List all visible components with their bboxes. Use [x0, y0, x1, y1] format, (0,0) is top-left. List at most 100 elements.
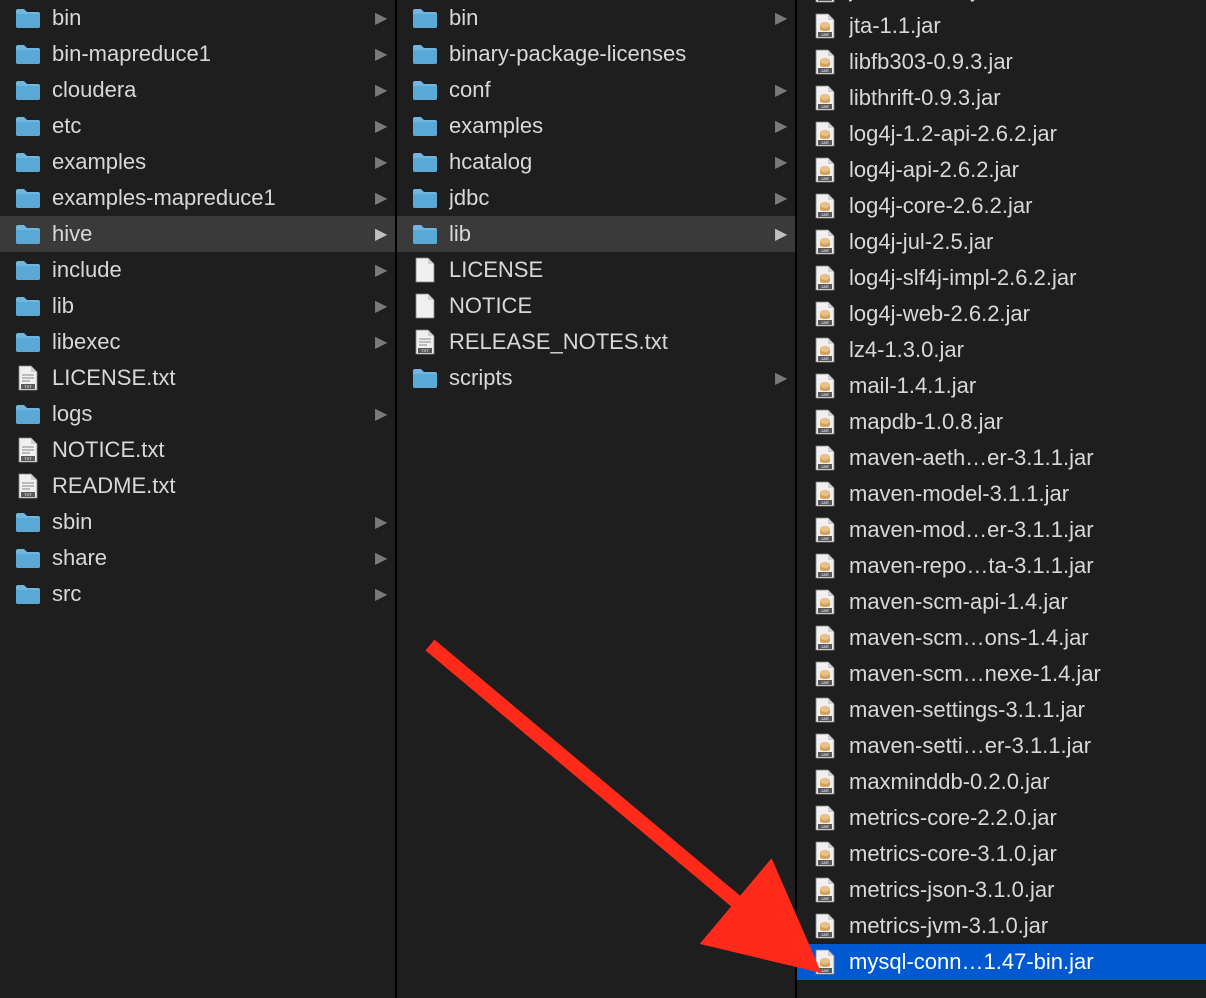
- jar-file-icon: JAR: [811, 626, 839, 650]
- chevron-right-icon: ▶: [775, 368, 787, 388]
- list-item[interactable]: sbin▶: [0, 504, 395, 540]
- folder-icon: [14, 222, 42, 246]
- column-1[interactable]: bin▶bin-mapreduce1▶cloudera▶etc▶examples…: [0, 0, 397, 998]
- file-name-label: README.txt: [52, 473, 387, 499]
- svg-text:JAR: JAR: [821, 392, 829, 397]
- file-name-label: lib: [52, 293, 375, 319]
- list-item[interactable]: lib▶: [397, 216, 795, 252]
- list-item[interactable]: TXTLICENSE.txt: [0, 360, 395, 396]
- file-name-label: include: [52, 257, 375, 283]
- file-name-label: jsr305-3.0.0.jar: [849, 0, 1198, 3]
- file-name-label: LICENSE: [449, 257, 787, 283]
- list-item[interactable]: logs▶: [0, 396, 395, 432]
- column-2[interactable]: bin▶ binary-package-licenses conf▶examples…: [397, 0, 797, 998]
- svg-text:JAR: JAR: [821, 104, 829, 109]
- list-item[interactable]: TXT README.txt: [0, 468, 395, 504]
- list-item[interactable]: JAR maven-scm…nexe-1.4.jar: [797, 656, 1206, 692]
- list-item[interactable]: JARlog4j-web-2.6.2.jar: [797, 296, 1206, 332]
- svg-text:JAR: JAR: [821, 680, 829, 685]
- list-item[interactable]: JARlog4j-jul-2.5.jar: [797, 224, 1206, 260]
- list-item[interactable]: hive▶: [0, 216, 395, 252]
- list-item[interactable]: scripts▶: [397, 360, 795, 396]
- list-item[interactable]: JARlz4-1.3.0.jar: [797, 332, 1206, 368]
- list-item[interactable]: JAR jsr305-3.0.0.jar: [797, 0, 1206, 8]
- svg-text:JAR: JAR: [821, 608, 829, 613]
- list-item[interactable]: JARmetrics-jvm-3.1.0.jar: [797, 908, 1206, 944]
- jar-file-icon: JAR: [811, 590, 839, 614]
- list-item[interactable]: bin▶: [397, 0, 795, 36]
- list-item[interactable]: JARmaven-repo…ta-3.1.1.jar: [797, 548, 1206, 584]
- list-item[interactable]: JARmaxminddb-0.2.0.jar: [797, 764, 1206, 800]
- list-item[interactable]: JARlog4j-api-2.6.2.jar: [797, 152, 1206, 188]
- folder-icon: [14, 78, 42, 102]
- list-item[interactable]: JARmaven-settings-3.1.1.jar: [797, 692, 1206, 728]
- list-item[interactable]: share▶: [0, 540, 395, 576]
- list-item[interactable]: jdbc▶: [397, 180, 795, 216]
- svg-text:JAR: JAR: [821, 0, 829, 1]
- list-item[interactable]: JARmaven-aeth…er-3.1.1.jar: [797, 440, 1206, 476]
- list-item[interactable]: JARlog4j-slf4j-impl-2.6.2.jar: [797, 260, 1206, 296]
- list-item[interactable]: JARmetrics-core-2.2.0.jar: [797, 800, 1206, 836]
- list-item[interactable]: JARmail-1.4.1.jar: [797, 368, 1206, 404]
- scrollbar[interactable]: [1196, 0, 1206, 998]
- list-item[interactable]: NOTICE: [397, 288, 795, 324]
- list-item[interactable]: examples▶: [397, 108, 795, 144]
- svg-text:JAR: JAR: [821, 860, 829, 865]
- list-item[interactable]: JAR maven-scm…ons-1.4.jar: [797, 620, 1206, 656]
- list-item[interactable]: JARmapdb-1.0.8.jar: [797, 404, 1206, 440]
- list-item[interactable]: JARmaven-scm-api-1.4.jar: [797, 584, 1206, 620]
- folder-icon: [411, 150, 439, 174]
- file-name-label: maven-scm…ons-1.4.jar: [849, 625, 1198, 651]
- list-item[interactable]: conf▶: [397, 72, 795, 108]
- list-item[interactable]: JARlibfb303-0.9.3.jar: [797, 44, 1206, 80]
- list-item[interactable]: examples▶: [0, 144, 395, 180]
- list-item[interactable]: bin-mapreduce1▶: [0, 36, 395, 72]
- file-name-label: sbin: [52, 509, 375, 535]
- jar-file-icon: JAR: [811, 410, 839, 434]
- svg-text:JAR: JAR: [821, 644, 829, 649]
- file-name-label: maven-setti…er-3.1.1.jar: [849, 733, 1198, 759]
- list-item[interactable]: JARmetrics-json-3.1.0.jar: [797, 872, 1206, 908]
- list-item[interactable]: JARmaven-setti…er-3.1.1.jar: [797, 728, 1206, 764]
- svg-text:JAR: JAR: [821, 464, 829, 469]
- list-item[interactable]: JARmaven-model-3.1.1.jar: [797, 476, 1206, 512]
- list-item[interactable]: hcatalog▶: [397, 144, 795, 180]
- file-name-label: maven-scm…nexe-1.4.jar: [849, 661, 1198, 687]
- list-item[interactable]: include▶: [0, 252, 395, 288]
- file-name-label: examples: [52, 149, 375, 175]
- list-item[interactable]: libexec▶: [0, 324, 395, 360]
- list-item[interactable]: TXTRELEASE_NOTES.txt: [397, 324, 795, 360]
- column-3[interactable]: JAR jsr305-3.0.0.jar JARjta-1.1.jarJARlibf…: [797, 0, 1206, 998]
- file-name-label: bin-mapreduce1: [52, 41, 375, 67]
- file-name-label: binary-package-licenses: [449, 41, 787, 67]
- list-item[interactable]: cloudera▶: [0, 72, 395, 108]
- file-name-label: cloudera: [52, 77, 375, 103]
- svg-text:JAR: JAR: [821, 932, 829, 937]
- list-item[interactable]: binary-package-licenses: [397, 36, 795, 72]
- list-item[interactable]: examples-mapreduce1▶: [0, 180, 395, 216]
- jar-file-icon: JAR: [811, 230, 839, 254]
- list-item[interactable]: JARlibthrift-0.9.3.jar: [797, 80, 1206, 116]
- list-item[interactable]: LICENSE: [397, 252, 795, 288]
- file-name-label: src: [52, 581, 375, 607]
- list-item[interactable]: JARjta-1.1.jar: [797, 8, 1206, 44]
- list-item[interactable]: JARlog4j-core-2.6.2.jar: [797, 188, 1206, 224]
- list-item[interactable]: JARmaven-mod…er-3.1.1.jar: [797, 512, 1206, 548]
- svg-text:TXT: TXT: [24, 492, 32, 497]
- jar-file-icon: JAR: [811, 446, 839, 470]
- list-item[interactable]: etc▶: [0, 108, 395, 144]
- list-item[interactable]: bin▶: [0, 0, 395, 36]
- list-item[interactable]: JAR metrics-core-3.1.0.jar: [797, 836, 1206, 872]
- jar-file-icon: JAR: [811, 266, 839, 290]
- list-item[interactable]: lib▶: [0, 288, 395, 324]
- svg-text:JAR: JAR: [821, 32, 829, 37]
- jar-file-icon: JAR: [811, 0, 839, 2]
- list-item[interactable]: src▶: [0, 576, 395, 612]
- file-name-label: bin: [52, 5, 375, 31]
- folder-icon: [14, 258, 42, 282]
- list-item[interactable]: JARmysql-conn…1.47-bin.jar: [797, 944, 1206, 980]
- list-item[interactable]: JARlog4j-1.2-api-2.6.2.jar: [797, 116, 1206, 152]
- list-item[interactable]: TXTNOTICE.txt: [0, 432, 395, 468]
- file-name-label: metrics-core-3.1.0.jar: [849, 841, 1198, 867]
- file-name-label: log4j-web-2.6.2.jar: [849, 301, 1198, 327]
